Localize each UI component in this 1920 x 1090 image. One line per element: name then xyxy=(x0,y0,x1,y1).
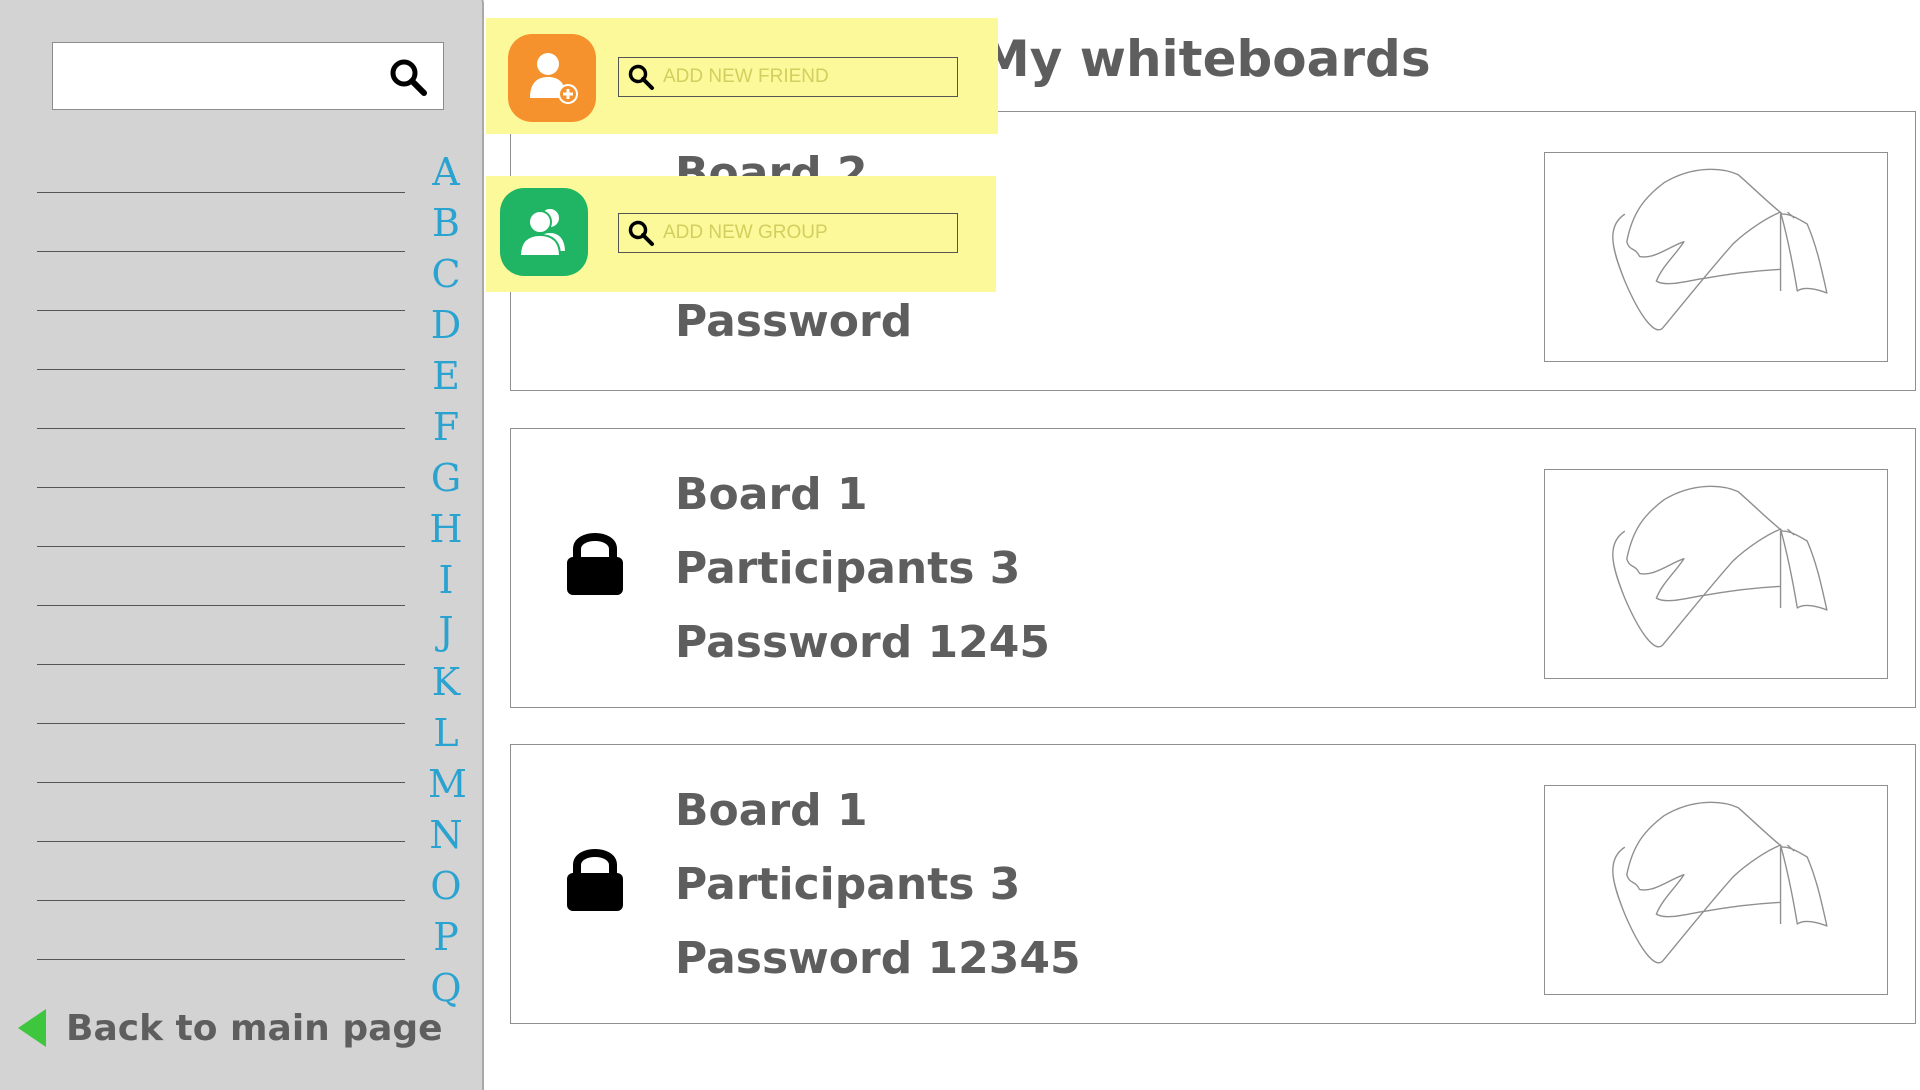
search-icon xyxy=(628,220,654,246)
alpha-index-letter[interactable]: A xyxy=(428,152,464,192)
contact-row-line[interactable] xyxy=(37,369,405,370)
board-thumbnail[interactable] xyxy=(1544,469,1888,679)
contact-row-line[interactable] xyxy=(37,605,405,606)
search-icon xyxy=(628,64,654,90)
board-participants: Participants 3 xyxy=(675,859,1021,910)
contact-row-line[interactable] xyxy=(37,959,405,960)
contact-row-line[interactable] xyxy=(37,428,405,429)
page-title: My whiteboards xyxy=(980,30,1431,88)
alpha-index-letter[interactable]: K xyxy=(428,662,464,702)
contact-row-line[interactable] xyxy=(37,251,405,252)
alpha-index-letter[interactable]: M xyxy=(428,764,467,804)
back-arrow-icon[interactable] xyxy=(18,1009,46,1047)
contact-row-line[interactable] xyxy=(37,664,405,665)
add-group-field[interactable] xyxy=(618,213,958,253)
lock-icon xyxy=(567,849,623,911)
contacts-search-field[interactable] xyxy=(52,42,444,110)
alpha-index-letter[interactable]: H xyxy=(428,509,464,549)
board-password: Password xyxy=(675,296,913,347)
alpha-index-letter[interactable]: J xyxy=(428,611,464,651)
board-thumbnail[interactable] xyxy=(1544,152,1888,362)
alpha-index-letter[interactable]: Q xyxy=(428,968,464,1008)
board-password: Password 1245 xyxy=(675,617,1050,668)
add-friend-panel xyxy=(486,18,998,134)
contact-row-line[interactable] xyxy=(37,723,405,724)
contact-row-line[interactable] xyxy=(37,782,405,783)
add-group-input[interactable] xyxy=(663,222,943,244)
alpha-index-letter[interactable]: F xyxy=(428,407,464,447)
back-to-main-button[interactable]: Back to main page xyxy=(18,1006,443,1050)
alpha-index-letter[interactable]: I xyxy=(428,560,464,600)
contact-row-line[interactable] xyxy=(37,546,405,547)
sketch-thumbnail-icon xyxy=(1612,801,1828,964)
board-thumbnail[interactable] xyxy=(1544,785,1888,995)
search-icon[interactable] xyxy=(387,56,429,98)
alpha-index-letter[interactable]: O xyxy=(428,866,464,906)
alpha-index-letter[interactable]: C xyxy=(428,254,464,294)
contacts-search-input[interactable] xyxy=(63,57,367,95)
alpha-index-letter[interactable]: B xyxy=(428,203,464,243)
board-participants: Participants 3 xyxy=(675,543,1021,594)
alpha-index-letter[interactable]: D xyxy=(428,305,464,345)
board-card[interactable]: Board 1 Participants 3 Password 1245 xyxy=(510,428,1916,708)
add-group-panel xyxy=(486,176,996,292)
add-friend-icon[interactable] xyxy=(508,34,596,122)
board-card[interactable]: Board 1 Participants 3 Password 12345 xyxy=(510,744,1916,1024)
sketch-thumbnail-icon xyxy=(1612,485,1828,648)
lock-icon xyxy=(567,533,623,595)
contact-row-line[interactable] xyxy=(37,310,405,311)
add-friend-input[interactable] xyxy=(663,66,943,88)
alpha-index-letter[interactable]: L xyxy=(428,713,464,753)
alpha-index-letter[interactable]: N xyxy=(428,815,464,855)
contact-row-line[interactable] xyxy=(37,487,405,488)
board-name: Board 1 xyxy=(675,785,868,836)
board-name: Board 1 xyxy=(675,469,868,520)
alpha-index-letter[interactable]: E xyxy=(428,356,464,396)
add-friend-field[interactable] xyxy=(618,57,958,97)
sketch-thumbnail-icon xyxy=(1612,168,1828,331)
alpha-index-letter[interactable]: P xyxy=(428,917,464,957)
contacts-sidebar: A B C D E F G H I J K L M N O P Q Back t… xyxy=(0,0,484,1090)
contact-row-line[interactable] xyxy=(37,841,405,842)
contact-row-line[interactable] xyxy=(37,900,405,901)
alpha-index-letter[interactable]: G xyxy=(428,458,464,498)
board-password: Password 12345 xyxy=(675,933,1081,984)
back-label[interactable]: Back to main page xyxy=(66,1008,443,1049)
group-icon[interactable] xyxy=(500,188,588,276)
contact-row-line[interactable] xyxy=(37,192,405,193)
